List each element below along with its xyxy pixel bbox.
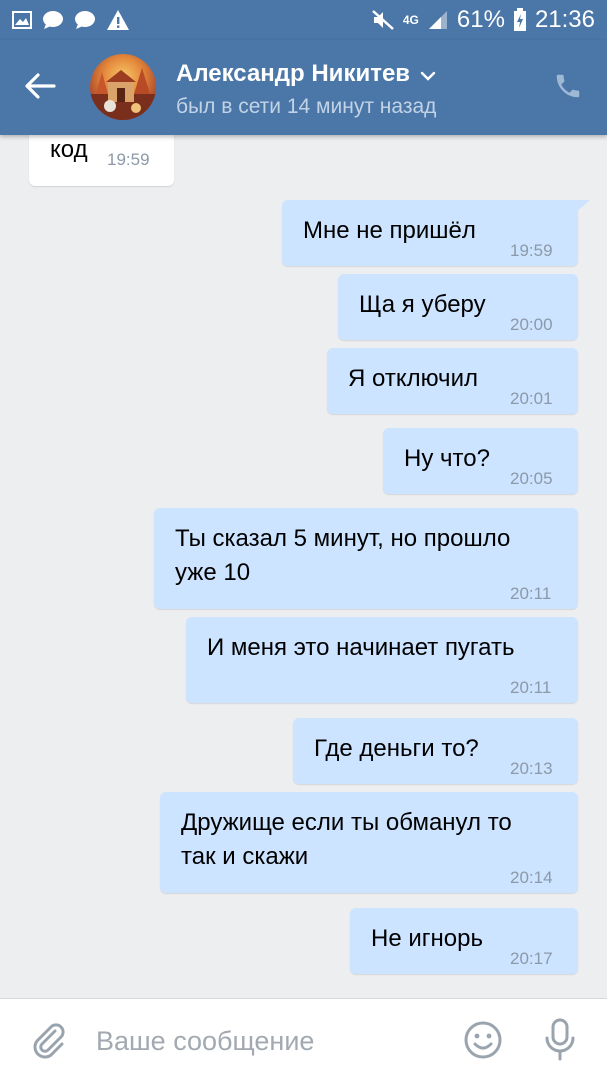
back-button[interactable] <box>20 68 60 108</box>
message-list[interactable]: код 19:59 Мне не пришёл 19:59 Ща я уберу… <box>0 135 607 998</box>
emoji-icon <box>462 1021 504 1065</box>
battery-charging-icon <box>513 8 527 32</box>
microphone-icon <box>540 1018 580 1067</box>
status-bar: 4G 61% 21:36 <box>0 0 607 40</box>
message-time: 19:59 <box>107 150 150 169</box>
gallery-icon <box>12 11 32 29</box>
message-time: 20:11 <box>510 678 552 697</box>
message-time: 20:00 <box>510 315 553 334</box>
signal-icon <box>427 9 449 31</box>
emoji-button[interactable] <box>462 1019 504 1061</box>
bubble-tail <box>574 200 590 214</box>
contact-status: был в сети 14 минут назад <box>176 95 437 118</box>
chat-icon <box>42 10 64 30</box>
call-button[interactable] <box>548 68 588 108</box>
chevron-down-icon <box>420 60 436 88</box>
message-outgoing[interactable]: Дружище если ты обманул то так и скажи 2… <box>160 792 578 893</box>
message-outgoing[interactable]: Я отключил 20:01 <box>327 348 578 414</box>
message-text: Ща я уберу <box>359 291 486 318</box>
message-input[interactable] <box>96 1021 436 1061</box>
message-text: Ты сказал 5 минут, но прошло уже 10 <box>175 525 511 586</box>
message-text: Ну что? <box>404 445 490 472</box>
notification-icons <box>12 9 130 31</box>
message-outgoing[interactable]: Не игнорь 20:17 <box>350 908 578 974</box>
message-outgoing[interactable]: Мне не пришёл 19:59 <box>282 200 590 266</box>
message-outgoing[interactable]: И меня это начинает пугать 20:11 <box>186 617 578 703</box>
message-time: 20:05 <box>510 469 553 488</box>
phone-icon <box>553 71 583 106</box>
clock: 21:36 <box>534 6 595 33</box>
contact-name: Александр Никитев <box>176 60 411 87</box>
message-time: 20:11 <box>510 584 552 603</box>
message-text: код <box>50 136 88 163</box>
message-time: 20:13 <box>510 759 553 778</box>
message-outgoing[interactable]: Ну что? 20:05 <box>383 428 578 494</box>
contact-name-dropdown[interactable]: Александр Никитев <box>176 60 436 88</box>
message-outgoing[interactable]: Ща я уберу 20:00 <box>338 274 578 340</box>
message-time: 20:14 <box>510 868 553 887</box>
mute-icon <box>371 9 395 31</box>
message-incoming[interactable]: код 19:59 <box>29 135 174 186</box>
message-time: 20:17 <box>510 949 553 968</box>
battery-percent: 61% <box>456 6 505 33</box>
message-text: Где деньги то? <box>314 735 479 762</box>
message-time: 20:01 <box>510 389 553 408</box>
voice-message-button[interactable] <box>540 1017 580 1063</box>
message-text: Не игнорь <box>371 925 483 952</box>
message-outgoing[interactable]: Где деньги то? 20:13 <box>293 718 578 784</box>
attach-button[interactable] <box>28 1019 68 1059</box>
chat-icon <box>74 10 96 30</box>
network-type: 4G <box>402 12 419 27</box>
message-text: Мне не пришёл <box>303 217 476 244</box>
message-text: Я отключил <box>348 365 478 392</box>
paperclip-icon <box>28 1023 68 1063</box>
arrow-left-icon <box>24 72 56 105</box>
message-text: Дружище если ты обманул то так и скажи <box>181 809 512 870</box>
system-indicators: 4G 61% 21:36 <box>371 6 595 34</box>
message-outgoing[interactable]: Ты сказал 5 минут, но прошло уже 10 20:1… <box>154 508 578 609</box>
message-composer <box>0 998 607 1080</box>
chat-header: Александр Никитев был в сети 14 минут на… <box>0 40 607 135</box>
avatar[interactable] <box>90 54 156 120</box>
warning-icon <box>106 9 130 31</box>
message-text: И меня это начинает пугать <box>207 634 515 661</box>
message-time: 19:59 <box>510 241 553 260</box>
